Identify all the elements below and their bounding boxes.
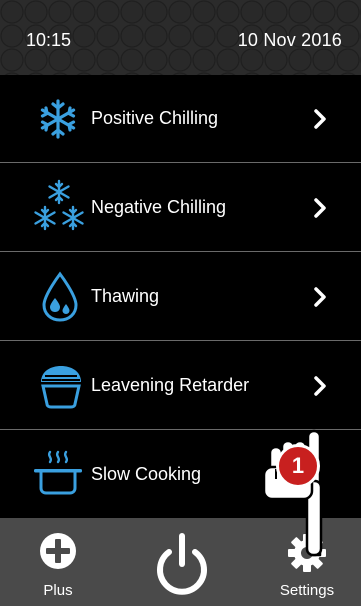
device-screen: 10:15 10 Nov 2016 Positive Chilling Nega… (0, 0, 361, 606)
menu-item-label: Thawing (91, 286, 160, 306)
snowflake-icon (40, 99, 76, 139)
plus-label: Plus (43, 582, 73, 599)
menu-item-label: Negative Chilling (91, 197, 227, 217)
cooking-pot-icon (34, 450, 82, 495)
power-button[interactable] (152, 528, 212, 600)
water-drop-icon (42, 271, 78, 322)
clock-date: 10 Nov 2016 (237, 30, 342, 50)
chevron-right-icon (314, 287, 326, 307)
status-bar: 10:15 10 Nov 2016 (0, 0, 361, 75)
menu-item-label: Leavening Retarder (91, 375, 250, 395)
snowflakes-icon (34, 179, 84, 231)
clock-time: 10:15 (26, 30, 72, 50)
settings-label: Settings (279, 582, 335, 599)
plus-icon (40, 533, 76, 569)
menu-item-positive-chilling[interactable]: Positive Chilling (0, 75, 361, 163)
step-badge: 1 (276, 444, 320, 488)
menu-item-negative-chilling[interactable]: Negative Chilling (0, 164, 361, 252)
bread-icon (41, 366, 81, 409)
menu-item-label: Positive Chilling (91, 108, 219, 128)
chevron-right-icon (314, 376, 326, 396)
chevron-right-icon (314, 109, 326, 129)
power-icon (157, 533, 207, 595)
plus-button[interactable]: Plus (33, 532, 83, 602)
menu-item-label: Slow Cooking (91, 464, 202, 484)
menu-item-thawing[interactable]: Thawing (0, 253, 361, 341)
chevron-right-icon (314, 198, 326, 218)
